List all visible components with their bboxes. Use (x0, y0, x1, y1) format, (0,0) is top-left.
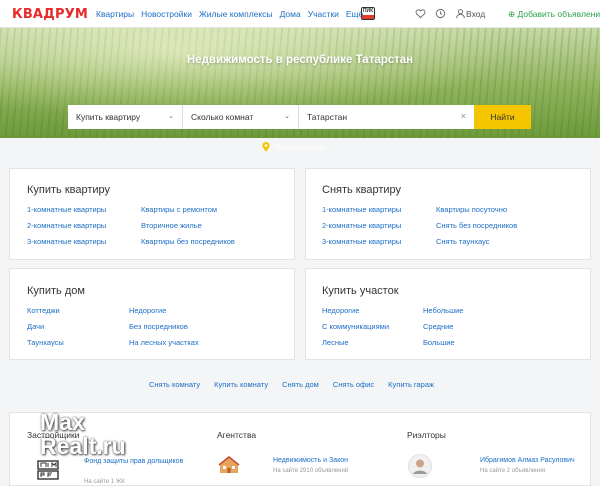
card-buy-house: Купить дом Коттеджи Дачи Таунхаусы Недор… (9, 268, 295, 360)
realtor-sub: На сайте 2 объявления (480, 468, 546, 474)
favorites-heart-icon[interactable] (415, 8, 426, 19)
pik-bar (362, 15, 374, 19)
nav-residential-complexes[interactable]: Жилые комплексы (199, 9, 273, 20)
deal-type-select[interactable]: Купить квартиру ⌄ (68, 105, 183, 129)
link-item[interactable]: Квартиры с ремонтом (141, 205, 235, 214)
realtors-title: Риэлторы (407, 430, 446, 440)
hero-title: Недвижимость в республике Татарстан (186, 54, 414, 66)
link-item[interactable]: Без посредников (129, 322, 199, 331)
rooms-value: Сколько комнат (191, 112, 254, 122)
quick-link[interactable]: Купить комнату (214, 380, 268, 389)
card-buy-plot: Купить участок Недорогие С коммуникациям… (305, 268, 591, 360)
find-button[interactable]: Найти (474, 105, 531, 129)
link-item[interactable]: Недорогие (129, 306, 199, 315)
clear-icon[interactable]: × (461, 111, 466, 121)
link-item[interactable]: Лесные (322, 338, 389, 347)
link-column: Квартиры с ремонтом Вторичное жилье Квар… (141, 205, 235, 246)
developer-name-link[interactable]: Фонд защиты прав дольщиков (84, 458, 183, 465)
realtor-name-link[interactable]: Ибрагимов Алмаз Расулович (480, 457, 575, 464)
link-item[interactable]: 2-комнатные квартиры (27, 221, 106, 230)
add-ad-link[interactable]: ⊕ Добавить объявление (508, 9, 600, 20)
agencies-title: Агентства (217, 430, 257, 440)
link-item[interactable]: Квартиры посуточно (436, 205, 517, 214)
quick-link[interactable]: Снять дом (282, 380, 319, 389)
link-item[interactable]: 2-комнатные квартиры (322, 221, 401, 230)
top-header: КВАДРУМ Квартиры Новостройки Жилые компл… (0, 0, 600, 28)
link-item[interactable]: 1-комнатные квартиры (27, 205, 106, 214)
add-ad-label: Добавить объявление (517, 9, 600, 19)
chevron-down-icon: ⌄ (168, 113, 174, 120)
link-item[interactable]: С коммуникациями (322, 322, 389, 331)
nav-houses[interactable]: Дома (280, 9, 301, 20)
quick-link[interactable]: Снять офис (333, 380, 374, 389)
link-item[interactable]: Квартиры без посредников (141, 237, 235, 246)
map-search-link[interactable]: Поиск на карте (262, 142, 326, 152)
link-item[interactable]: 3-комнатные квартиры (322, 237, 401, 246)
chevron-down-icon: ⌄ (284, 113, 290, 120)
user-icon[interactable] (455, 8, 466, 19)
map-pin-icon (262, 142, 270, 152)
link-item[interactable]: Средние (423, 322, 463, 331)
link-item[interactable]: Вторичное жилье (141, 221, 235, 230)
link-column: Недорогие Без посредников На лесных учас… (129, 306, 199, 347)
site-logo[interactable]: КВАДРУМ (12, 7, 88, 22)
pik-logo[interactable]: ПИК (361, 7, 375, 20)
link-column: Недорогие С коммуникациями Лесные (322, 306, 389, 347)
link-item[interactable]: 3-комнатные квартиры (27, 237, 106, 246)
rooms-select[interactable]: Сколько комнат ⌄ (183, 105, 299, 129)
link-item[interactable]: Коттеджи (27, 306, 64, 315)
watermark-line-2: Realt.ru (40, 433, 126, 459)
link-item[interactable]: Небольшие (423, 306, 463, 315)
deal-type-value: Купить квартиру (76, 112, 141, 122)
main-nav: Квартиры Новостройки Жилые комплексы Дом… (96, 9, 373, 20)
link-item[interactable]: Таунхаусы (27, 338, 64, 347)
quick-link[interactable]: Купить гараж (388, 380, 434, 389)
dom-rf-logo[interactable] (37, 459, 59, 481)
map-search-label: Поиск на карте (274, 142, 327, 152)
history-clock-icon[interactable] (435, 8, 446, 19)
location-input[interactable]: Татарстан × (299, 105, 474, 129)
developer-sub: На сайте 1 ЖК (84, 479, 125, 485)
link-item[interactable]: Недорогие (322, 306, 389, 315)
link-item[interactable]: Снять без посредников (436, 221, 517, 230)
link-column: Небольшие Средние Большие (423, 306, 463, 347)
card-rent-flat: Снять квартиру 1-комнатные квартиры 2-ко… (305, 168, 591, 260)
card-title[interactable]: Купить дом (27, 285, 85, 297)
nav-plots[interactable]: Участки (308, 9, 339, 20)
hero-banner: Недвижимость в республике Татарстан Купи… (0, 28, 600, 152)
card-title[interactable]: Купить квартиру (27, 184, 110, 196)
quick-link[interactable]: Снять комнату (149, 380, 200, 389)
card-buy-flat: Купить квартиру 1-комнатные квартиры 2-к… (9, 168, 295, 260)
link-item[interactable]: На лесных участках (129, 338, 199, 347)
agency-logo-icon[interactable] (218, 454, 240, 476)
pik-label: ПИК (362, 8, 374, 14)
link-column: Квартиры посуточно Снять без посредников… (436, 205, 517, 246)
agency-sub: На сайте 2910 объявлений (273, 468, 349, 474)
link-item[interactable]: 1-комнатные квартиры (322, 205, 401, 214)
nav-new-buildings[interactable]: Новостройки (141, 9, 192, 20)
link-column: 1-комнатные квартиры 2-комнатные квартир… (27, 205, 106, 246)
nav-flats[interactable]: Квартиры (96, 9, 134, 20)
login-link[interactable]: Вход (466, 9, 485, 19)
dom-rf-logo-icon (37, 460, 59, 480)
link-item[interactable]: Снять таунхаус (436, 237, 517, 246)
quick-links: Снять комнату Купить комнату Снять дом С… (149, 380, 434, 389)
avatar-icon[interactable] (408, 454, 432, 478)
agency-name-link[interactable]: Недвижимость и Закон (273, 457, 348, 464)
location-value: Татарстан (307, 112, 348, 122)
watermark: Max Realt.ru (40, 410, 126, 458)
search-form: Купить квартиру ⌄ Сколько комнат ⌄ Татар… (68, 105, 531, 129)
link-column: Коттеджи Дачи Таунхаусы (27, 306, 64, 347)
link-item[interactable]: Дачи (27, 322, 64, 331)
watermark-line-1: Max (40, 409, 85, 435)
link-item[interactable]: Большие (423, 338, 463, 347)
link-column: 1-комнатные квартиры 2-комнатные квартир… (322, 205, 401, 246)
card-title[interactable]: Снять квартиру (322, 184, 401, 196)
card-title[interactable]: Купить участок (322, 285, 399, 297)
